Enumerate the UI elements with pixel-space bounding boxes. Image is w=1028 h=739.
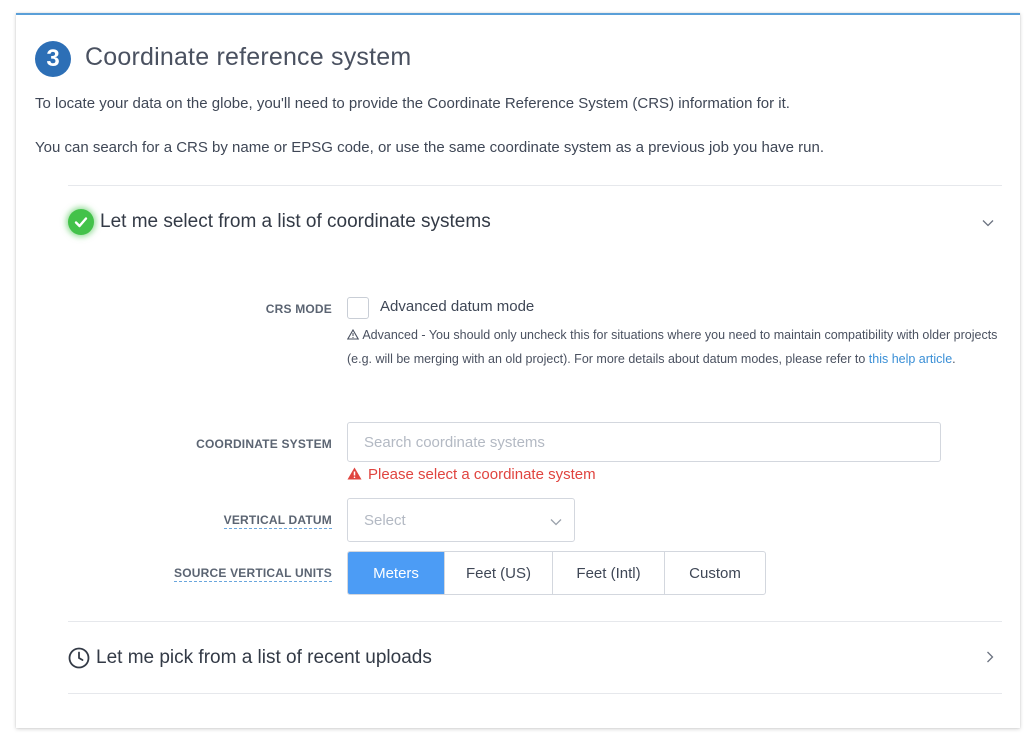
- intro-paragraph-2: You can search for a CRS by name or EPSG…: [35, 139, 825, 156]
- source-vertical-units-label[interactable]: SOURCE VERTICAL UNITS: [132, 566, 332, 582]
- error-warning-icon: [347, 467, 362, 483]
- advanced-datum-label[interactable]: Advanced datum mode: [380, 298, 534, 315]
- crs-card: 3 Coordinate reference system To locate …: [16, 13, 1020, 728]
- chevron-down-icon[interactable]: [982, 214, 994, 230]
- accordion-select-label: Let me select from a list of coordinate …: [100, 211, 491, 232]
- section-title: Coordinate reference system: [85, 43, 412, 71]
- vertical-datum-label[interactable]: VERTICAL DATUM: [132, 513, 332, 529]
- crs-mode-label: CRS MODE: [265, 302, 332, 316]
- divider: [68, 185, 1002, 186]
- help-text-suffix: .: [952, 352, 956, 366]
- check-circle-icon: [68, 209, 94, 235]
- accordion-recent-header[interactable]: Let me pick from a list of recent upload…: [68, 643, 1002, 673]
- divider: [68, 693, 1002, 694]
- vertical-datum-placeholder: Select: [364, 511, 406, 529]
- coordinate-system-error: Please select a coordinate system: [347, 466, 596, 483]
- units-option-feet-us[interactable]: Feet (US): [444, 552, 552, 594]
- chevron-down-icon: [550, 513, 562, 530]
- coordinate-system-search-input[interactable]: [347, 422, 941, 462]
- divider: [68, 621, 1002, 622]
- coordinate-system-error-text: Please select a coordinate system: [368, 466, 596, 483]
- warning-icon: [346, 328, 362, 342]
- step-number-badge: 3: [35, 41, 71, 77]
- units-option-meters[interactable]: Meters: [348, 552, 444, 594]
- vertical-datum-select[interactable]: Select: [347, 498, 575, 542]
- units-option-feet-intl[interactable]: Feet (Intl): [552, 552, 664, 594]
- units-option-custom[interactable]: Custom: [664, 552, 765, 594]
- accordion-recent-label: Let me pick from a list of recent upload…: [96, 647, 432, 668]
- chevron-right-icon[interactable]: [986, 650, 994, 666]
- crs-mode-help-text: Advanced - You should only uncheck this …: [346, 323, 1007, 371]
- vertical-units-segmented-control: Meters Feet (US) Feet (Intl) Custom: [347, 551, 766, 595]
- accordion-select-header[interactable]: Let me select from a list of coordinate …: [68, 207, 1002, 237]
- intro-paragraph-1: To locate your data on the globe, you'll…: [35, 95, 790, 112]
- advanced-datum-checkbox[interactable]: [347, 297, 369, 319]
- clock-icon: [68, 647, 90, 669]
- coordinate-system-label: COORDINATE SYSTEM: [196, 437, 332, 451]
- help-article-link[interactable]: this help article: [869, 352, 952, 366]
